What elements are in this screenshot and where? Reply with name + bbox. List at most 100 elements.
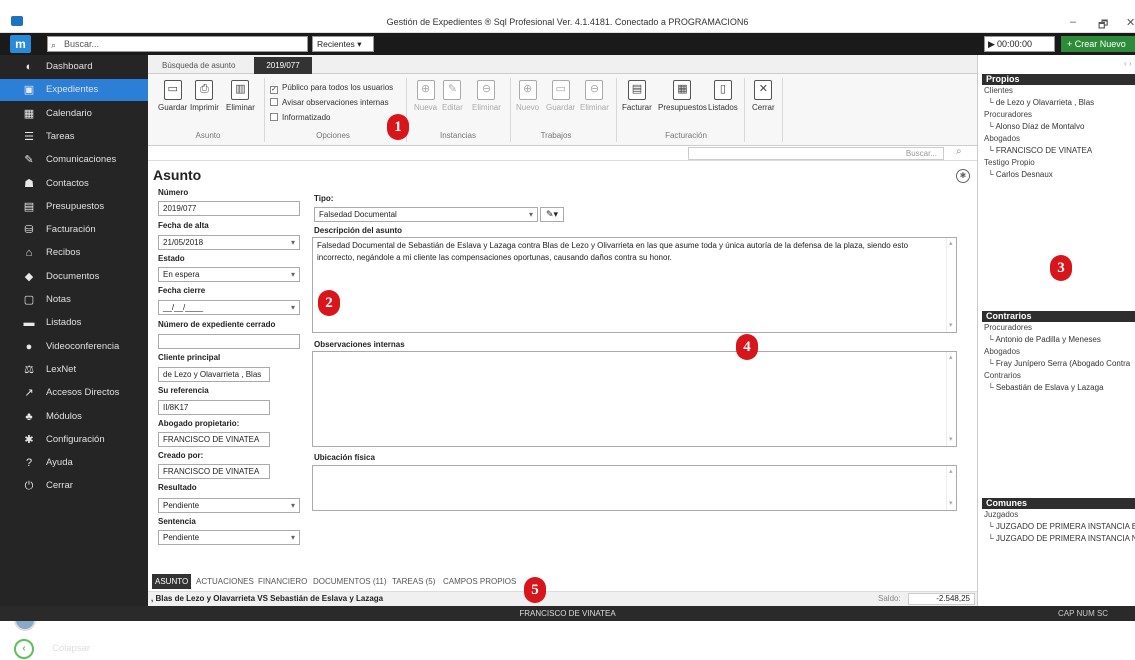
sidebar-item-facturaci-n[interactable]: ⛁ Facturación [0,219,148,241]
party-category: Abogados [984,134,1021,143]
sidebar-item-dashboard[interactable]: ◐ Dashboard [0,56,148,78]
group-opciones-label: Opciones [316,131,350,140]
document-tabs: Búsqueda de asunto 2019/077 [148,55,977,74]
numero-field[interactable]: 2019/077 [158,201,300,216]
sidebar-item-label: Presupuestos [46,200,105,212]
scrollbar[interactable] [946,352,956,446]
budgets-button[interactable]: ▦ Presupuestos [658,80,707,112]
scrollbar[interactable] [946,466,956,510]
scrollbar[interactable] [946,238,956,332]
tab-active-case[interactable]: 2019/077 [254,57,312,74]
num-expediente-cerrado-field[interactable] [158,334,300,349]
sidebar-item-m-dulos[interactable]: ♣ Módulos [0,406,148,428]
save-icon: ▭ [551,80,570,100]
tipo-edit-icon[interactable]: ✎▾ [540,207,564,222]
cliente-principal-field[interactable]: de Lezo y Olavarrieta , Blas [158,367,270,382]
recent-dropdown[interactable]: Recientes ▾ [312,36,374,52]
party-category: Procuradores [984,110,1033,119]
fecha-cierre-field[interactable]: __/__/____ [158,300,300,315]
tab-actuaciones[interactable]: ACTUACIONES [196,574,254,589]
sidebar-item-expedientes[interactable]: ▣ Expedientes [0,79,148,102]
computerized-checkbox-label: Informatizado [282,113,331,122]
sidebar-item-videoconferencia[interactable]: ● Videoconferencia [0,336,148,358]
sidebar-item-documentos[interactable]: ◆ Documentos [0,266,148,288]
sidebar-item-contactos[interactable]: ☗ Contactos [0,173,148,195]
sidebar-item-comunicaciones[interactable]: ✎ Comunicaciones [0,149,148,171]
new-work-button[interactable]: ⊕ Nuevo [516,80,539,112]
party-item[interactable]: └ FRANCISCO DE VINATEA [988,146,1092,155]
delete-work-button[interactable]: ⊖ Eliminar [580,80,609,112]
party-item[interactable]: └ JUZGADO DE PRIMERA INSTANCIA NU [988,534,1135,543]
sidebar-item-recibos[interactable]: ⌂ Recibos [0,242,148,264]
panel-nav-icon[interactable]: ‹ › [1124,59,1132,68]
tab-documentos[interactable]: DOCUMENTOS (11) [313,574,387,589]
estado-select[interactable]: En espera [158,267,300,282]
invoice-button[interactable]: ▤ Facturar [622,80,652,112]
tab-campos-propios[interactable]: CAMPOS PROPIOS [443,574,516,589]
minimize-icon[interactable]: – [1070,16,1076,28]
global-search-input[interactable]: ⌕ Buscar... [47,36,308,52]
close-case-button[interactable]: ✕ Cerrar [752,80,775,112]
public-checkbox[interactable]: ✓ Público para todos los usuarios [270,83,393,94]
sidebar-item-cerrar[interactable]: ⏻ Cerrar [0,475,148,497]
party-item-label: Carlos Desnaux [995,170,1053,179]
tab-tareas[interactable]: TAREAS (5) [392,574,435,589]
group-facturacion-label: Facturación [665,131,707,140]
case-status-row: , Blas de Lezo y Olavarrieta VS Sebastiá… [148,591,977,606]
listings-button[interactable]: ▯ Listados [708,80,738,112]
party-item[interactable]: └ Alonso Díaz de Montalvo [988,122,1084,131]
search-icon[interactable]: ⌕ [956,146,962,157]
print-button[interactable]: ⎙ Imprimir [190,80,219,112]
sidebar-item-calendario[interactable]: ▦ Calendario [0,103,148,125]
sidebar-item-lexnet[interactable]: ⚖ LexNet [0,359,148,381]
new-instance-button[interactable]: ⊕ Nueva [414,80,437,112]
save-work-button[interactable]: ▭ Guardar [546,80,575,112]
collapse-button[interactable]: ‹ Colapsar [0,638,148,660]
abogado-propietario-field[interactable]: FRANCISCO DE VINATEA [158,432,270,447]
briefcase-icon: ▣ [23,84,35,97]
save-label: Guardar [158,103,188,112]
gear-icon[interactable]: ✱ [956,169,970,183]
inline-search-input[interactable]: Buscar... [688,147,944,160]
create-new-button[interactable]: + Crear Nuevo [1061,36,1135,52]
party-item[interactable]: └ Fray Junípero Serra (Abogado Contra [988,359,1130,368]
sidebar-item-notas[interactable]: ▢ Notas [0,289,148,311]
delete-button[interactable]: ▥ Eliminar [226,80,255,112]
tab-search[interactable]: Búsqueda de asunto [154,57,244,74]
tipo-select[interactable]: Falsedad Documental [314,207,538,222]
party-item[interactable]: └ Carlos Desnaux [988,170,1053,179]
party-category: Clientes [984,86,1013,95]
sentencia-select[interactable]: Pendiente [158,530,300,545]
su-referencia-field[interactable]: II/8K17 [158,400,270,415]
sidebar-item-accesos-directos[interactable]: ↗ Accesos Directos [0,382,148,404]
party-item[interactable]: └ de Lezo y Olavarrieta , Blas [988,98,1094,107]
tree-branch-icon: └ [988,522,996,531]
close-icon[interactable]: ✕ [1126,16,1135,29]
party-item[interactable]: └ Sebastián de Eslava y Lazaga [988,383,1104,392]
sidebar-item-label: Comunicaciones [46,154,117,166]
notify-checkbox[interactable]: Avisar observaciones internas [270,98,389,108]
timer-button[interactable]: ▶ 00:00:00 [984,36,1055,52]
fecha-alta-field[interactable]: 21/05/2018 [158,235,300,250]
recent-label: Recientes [317,39,355,49]
delete-instance-button[interactable]: ⊖ Eliminar [472,80,501,112]
observaciones-textarea[interactable] [312,351,957,447]
sidebar-item-label: Calendario [46,107,92,119]
sidebar-item-presupuestos[interactable]: ▤ Presupuestos [0,196,148,218]
edit-instance-button[interactable]: ✎ Editar [442,80,463,112]
app-logo[interactable]: m [10,35,31,53]
save-button[interactable]: ▭ Guardar [158,80,187,112]
sidebar-item-label: Documentos [46,270,100,282]
tab-asunto[interactable]: ASUNTO [152,574,192,589]
sidebar-item-configuraci-n[interactable]: ✱ Configuración [0,429,148,451]
descripcion-textarea[interactable]: Falsedad Documental de Sebastián de Esla… [312,237,957,333]
sidebar-item-listados[interactable]: ▬ Listados [0,312,148,334]
tab-financiero[interactable]: FINANCIERO [258,574,307,589]
sidebar-item-tareas[interactable]: ☰ Tareas [0,126,148,148]
party-item[interactable]: └ Antonio de Padilla y Meneses [988,335,1101,344]
sidebar-item-ayuda[interactable]: ? Ayuda [0,452,148,474]
computerized-checkbox[interactable]: Informatizado [270,113,330,123]
resultado-select[interactable]: Pendiente [158,498,300,513]
party-item[interactable]: └ JUZGADO DE PRIMERA INSTANCIA E I [988,522,1135,531]
ubicacion-textarea[interactable] [312,465,957,511]
